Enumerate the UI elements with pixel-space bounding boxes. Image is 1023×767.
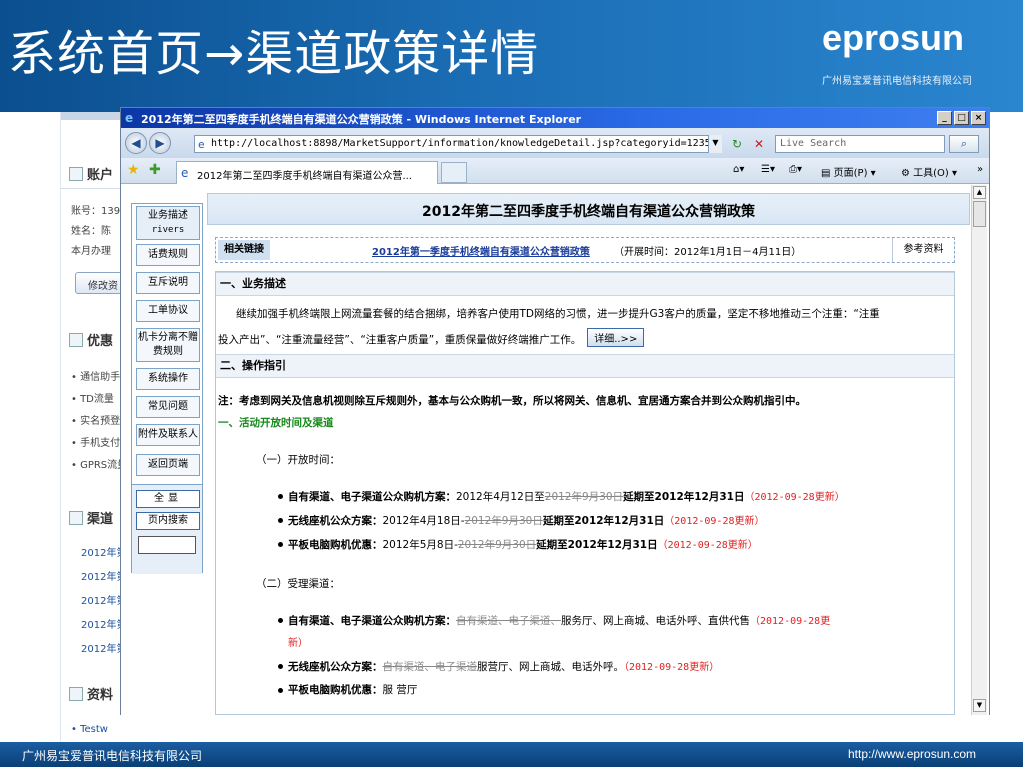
related-links-bar: 相关链接 2012年第一季度手机终端自有渠道公众营销政策 （开展时间：2012年… xyxy=(215,237,955,263)
nav-item[interactable]: 工单协议 xyxy=(136,300,200,322)
list-item: 平板电脑购机优惠：服 营厅 xyxy=(288,684,418,696)
list-item: 自有渠道、电子渠道公众购机方案：2012年4月12日至2012年9月30日延期至… xyxy=(288,491,845,503)
document-icon xyxy=(69,687,83,701)
docs-heading: 资料 xyxy=(69,684,113,703)
bullet xyxy=(278,664,283,669)
company-tagline: 广州易宝爱普讯电信科技有限公司 xyxy=(822,76,972,87)
browser-window: e 2012年第二至四季度手机终端自有渠道公众营销政策 - Windows In… xyxy=(120,107,990,715)
footer-url: http://www.eprosun.com xyxy=(848,747,977,761)
show-all-button[interactable]: 全显 xyxy=(136,490,200,508)
nav-item[interactable]: 机卡分离不赠费规则 xyxy=(136,328,200,362)
window-titlebar: e 2012年第二至四季度手机终端自有渠道公众营销政策 - Windows In… xyxy=(121,108,989,128)
bullet xyxy=(278,542,283,547)
list-item-continuation: 新） xyxy=(288,638,308,649)
document-icon xyxy=(69,333,83,347)
home-icon[interactable]: ⌂▾ xyxy=(733,164,744,175)
address-toolbar: ◀ ▶ e http://localhost:8898/MarketSupport… xyxy=(121,128,989,158)
account-heading: 账户 xyxy=(69,164,113,183)
section-heading: 一、业务描述 xyxy=(216,272,954,296)
forward-button[interactable]: ▶ xyxy=(149,132,171,154)
related-label: 相关链接 xyxy=(218,240,270,260)
tab-title: 2012年第二至四季度手机终端自有渠道公众营... xyxy=(197,171,412,182)
maximize-button[interactable]: □ xyxy=(954,111,969,125)
slide: 系统首页→渠道政策详情 eprosun 广州易宝爱普讯电信科技有限公司 账户 账… xyxy=(0,0,1023,767)
feeds-icon[interactable]: ☰▾ xyxy=(761,164,775,175)
address-bar[interactable]: e http://localhost:8898/MarketSupport/inf… xyxy=(194,135,722,153)
scroll-down-icon[interactable]: ▼ xyxy=(973,699,986,712)
list-item: 平板电脑购机优惠：2012年5月8日-2012年9月30日延期至2012年12月… xyxy=(288,539,758,551)
reference-materials-link[interactable]: 参考资料 xyxy=(892,238,954,262)
list-item: 无线座机公众方案：2012年4月18日-2012年9月30日延期至2012年12… xyxy=(288,515,765,527)
bullet xyxy=(278,618,283,623)
policy-document: 一、业务描述 继续加强手机终端限上网流量套餐的结合捆绑，培养客户使用TD网络的习… xyxy=(215,271,955,715)
scroll-up-icon[interactable]: ▲ xyxy=(973,186,986,199)
search-icon[interactable]: ⌕ xyxy=(949,135,979,153)
page-search-input[interactable] xyxy=(138,536,196,554)
open-time-label: （一）开放时间： xyxy=(256,454,340,466)
paragraph-line: 投入产出”、“注重流量经营”、“注重客户质量”，重质保量做好终端推广工作。 详细.… xyxy=(218,328,645,347)
page-title: 2012年第二至四季度手机终端自有渠道公众营销政策 xyxy=(422,204,755,220)
scroll-thumb[interactable] xyxy=(973,201,986,227)
close-button[interactable]: × xyxy=(971,111,986,125)
tools-menu[interactable]: ⚙ 工具(O) ▾ xyxy=(901,164,957,179)
nav-item[interactable]: 话费规则 xyxy=(136,244,200,266)
minimize-button[interactable]: _ xyxy=(937,111,952,125)
related-time: （开展时间：2012年1月1日－4月11日） xyxy=(614,247,802,258)
nav-item[interactable]: 系统操作 xyxy=(136,368,200,390)
subsection-heading: 一、活动开放时间及渠道 xyxy=(218,417,334,429)
back-button[interactable]: ◀ xyxy=(125,132,147,154)
note-text: 注：考虑到网关及信息机视则除互斥规则外，基本与公众购机一致，所以将网关、信息机、… xyxy=(218,395,806,407)
page-menu[interactable]: ▤ 页面(P) ▾ xyxy=(821,164,876,179)
related-policy-link[interactable]: 2012年第一季度手机终端自有渠道公众营销政策 xyxy=(372,243,590,258)
page-icon: e xyxy=(198,138,205,151)
company-logo: eprosun xyxy=(822,17,965,58)
paragraph-line: 继续加强手机终端限上网流量套餐的结合捆绑，培养客户使用TD网络的习惯，进一步提升… xyxy=(236,308,880,320)
new-tab-button[interactable] xyxy=(441,162,467,183)
favorites-star-icon[interactable]: ★ xyxy=(127,162,140,178)
nav-item[interactable]: 常见问题 xyxy=(136,396,200,418)
docs-item[interactable]: • Testw xyxy=(71,724,131,735)
vertical-scrollbar[interactable]: ▲ ▼ xyxy=(971,185,987,715)
footer-company: 广州易宝爱普讯电信科技有限公司 xyxy=(22,749,203,763)
add-favorite-icon[interactable]: ✚ xyxy=(149,162,161,178)
slide-footer: 广州易宝爱普讯电信科技有限公司 http://www.eprosun.com xyxy=(0,742,1023,767)
bullet xyxy=(278,688,283,693)
nav-item[interactable]: 返回页端 xyxy=(136,454,200,476)
nav-item[interactable]: 互斥说明 xyxy=(136,272,200,294)
list-item: 自有渠道、电子渠道公众购机方案：自有渠道、电子渠道、服务厅、网上商城、电话外呼、… xyxy=(288,615,831,627)
accept-channel-label: （二）受理渠道： xyxy=(256,578,340,590)
title-bar: 2012年第二至四季度手机终端自有渠道公众营销政策 xyxy=(207,193,970,225)
window-title: 2012年第二至四季度手机终端自有渠道公众营销政策 - Windows Inte… xyxy=(141,113,582,126)
tab-bar: ★ ✚ e 2012年第二至四季度手机终端自有渠道公众营... ⌂▾ ☰▾ ⎙▾ … xyxy=(121,158,989,184)
side-nav: 业务描述 rivers 话费规则 互斥说明 工单协议 机卡分离不赠费规则 系统操作… xyxy=(131,203,203,574)
refresh-icon[interactable]: ↻ xyxy=(728,135,746,153)
detail-button[interactable]: 详细..>> xyxy=(587,328,645,347)
page-content: 业务描述 rivers 话费规则 互斥说明 工单协议 机卡分离不赠费规则 系统操作… xyxy=(121,185,989,715)
user-icon xyxy=(69,167,83,181)
channel-heading: 渠道 xyxy=(69,508,113,527)
nav-item[interactable]: 附件及联系人 xyxy=(136,424,200,446)
list-item: 无线座机公众方案：自有渠道、电子渠道服营厅、网上商城、电话外呼。（2012-09… xyxy=(288,661,720,673)
tab-active[interactable]: e 2012年第二至四季度手机终端自有渠道公众营... xyxy=(176,161,438,184)
page-search-button[interactable]: 页内搜索 xyxy=(136,512,200,530)
bullet xyxy=(278,518,283,523)
address-dropdown[interactable]: ▼ xyxy=(708,135,722,153)
ie-icon: e xyxy=(181,166,189,180)
bullet xyxy=(278,494,283,499)
nav-biz-desc[interactable]: 业务描述 rivers xyxy=(136,206,200,240)
stop-icon[interactable]: ✕ xyxy=(750,135,768,153)
print-icon[interactable]: ⎙▾ xyxy=(789,164,802,175)
slide-title: 系统首页→渠道政策详情 xyxy=(8,26,540,82)
section-heading: 二、操作指引 xyxy=(216,354,954,378)
promo-heading: 优惠 xyxy=(69,330,113,349)
overflow-chevron-icon[interactable]: » xyxy=(977,164,983,175)
url-text: http://localhost:8898/MarketSupport/info… xyxy=(211,138,721,149)
search-input[interactable]: Live Search xyxy=(775,135,945,153)
ie-icon: e xyxy=(125,111,134,125)
document-icon xyxy=(69,511,83,525)
